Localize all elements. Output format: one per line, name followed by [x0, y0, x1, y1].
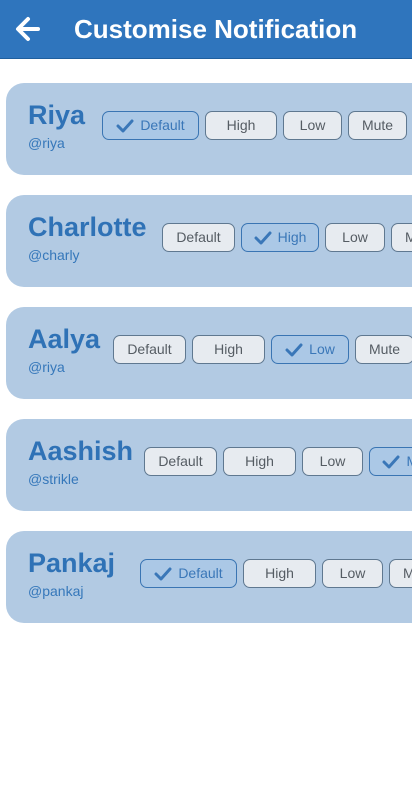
check-icon — [154, 567, 172, 580]
option-label: Low — [299, 117, 326, 133]
contact-name: Pankaj — [28, 548, 116, 578]
check-icon — [254, 231, 272, 244]
option-label: High — [277, 229, 307, 245]
option-default-button[interactable]: Default — [102, 111, 199, 140]
option-label: Mute — [406, 448, 412, 475]
option-high-button[interactable]: High — [205, 111, 277, 140]
option-default-button[interactable]: Default — [162, 223, 235, 252]
option-high-button[interactable]: High — [243, 559, 316, 588]
option-label: High — [245, 453, 274, 469]
option-default-button[interactable]: Default — [144, 447, 217, 476]
option-low-button[interactable]: Low — [283, 111, 342, 140]
contact-card-aalya: Aalya @riya Default High Low Mute — [6, 307, 412, 399]
contact-handle: @pankaj — [28, 583, 84, 599]
contact-card-pankaj: Pankaj @pankaj Default High Low Mute — [6, 531, 412, 623]
option-mute-button[interactable]: Mute — [348, 111, 407, 140]
option-label: Default — [140, 117, 185, 133]
contact-name: Charlotte — [28, 212, 147, 242]
option-high-button[interactable]: High — [223, 447, 296, 476]
contact-handle: @riya — [28, 359, 65, 375]
option-mute-button[interactable]: Mute — [389, 559, 412, 588]
option-label: Mute — [361, 117, 394, 133]
check-icon — [285, 343, 303, 356]
option-label: High — [265, 565, 294, 581]
priority-options: Default High Low Mute — [140, 559, 412, 588]
contact-name: Aalya — [28, 324, 101, 354]
option-label: High — [214, 341, 243, 357]
option-label: Low — [319, 453, 346, 469]
option-label: Default — [176, 229, 221, 245]
contact-card-aashish: Aashish @strikle Default High Low Mute — [6, 419, 412, 511]
option-mute-button[interactable]: Mute — [369, 447, 412, 476]
priority-options: Default High Low Mute — [113, 335, 412, 364]
option-label: Low — [342, 229, 368, 245]
option-label: Default — [178, 565, 223, 581]
option-high-button[interactable]: High — [241, 223, 319, 252]
option-label: Default — [158, 453, 203, 469]
contact-card-charlotte: Charlotte @charly Default High Low Mute — [6, 195, 412, 287]
option-low-button[interactable]: Low — [325, 223, 385, 252]
option-high-button[interactable]: High — [192, 335, 265, 364]
priority-options: Default High Low Mute — [162, 223, 412, 252]
option-default-button[interactable]: Default — [113, 335, 186, 364]
option-label: Mute — [368, 341, 401, 357]
contact-handle: @riya — [28, 135, 65, 151]
option-label: Mute — [402, 565, 412, 581]
contact-list: Riya @riya Default High Low Mute Charlot… — [0, 0, 412, 796]
option-mute-button[interactable]: Mute — [355, 335, 412, 364]
option-mute-button[interactable]: Mute — [391, 223, 412, 252]
option-label: Low — [309, 341, 335, 357]
check-icon — [116, 119, 134, 132]
option-label: Low — [339, 565, 366, 581]
contact-name: Riya — [28, 100, 86, 130]
option-label: High — [226, 117, 256, 133]
option-label: Mute — [404, 229, 412, 245]
priority-options: Default High Low Mute — [102, 111, 407, 140]
option-low-button[interactable]: Low — [302, 447, 363, 476]
check-icon — [382, 455, 400, 468]
contact-name: Aashish — [28, 436, 134, 466]
priority-options: Default High Low Mute — [144, 447, 412, 476]
contact-handle: @charly — [28, 247, 80, 263]
option-label: Default — [127, 341, 172, 357]
contact-handle: @strikle — [28, 471, 79, 487]
contact-card-riya: Riya @riya Default High Low Mute — [6, 83, 412, 175]
option-low-button[interactable]: Low — [322, 559, 383, 588]
option-default-button[interactable]: Default — [140, 559, 237, 588]
option-low-button[interactable]: Low — [271, 335, 349, 364]
